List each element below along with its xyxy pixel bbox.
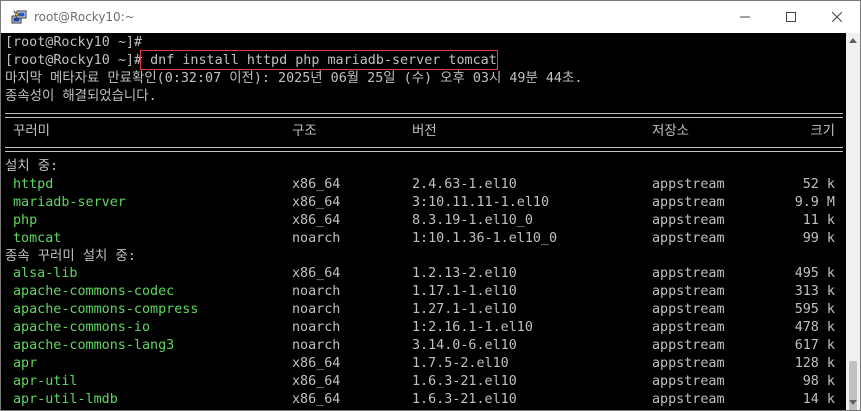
package-name: alsa-lib <box>13 266 78 282</box>
package-size: 128 k <box>794 355 835 371</box>
terminal-window: root@Rocky10:~ [root@Rocky10 ~]# [root@R… <box>0 0 861 411</box>
scroll-up-button[interactable] <box>846 33 860 47</box>
package-repo: appstream <box>652 266 725 282</box>
package-size: 495 k <box>794 266 835 282</box>
terminal-output[interactable]: [root@Rocky10 ~]# [root@Rocky10 ~]# dnf … <box>1 33 846 410</box>
package-arch: noarch <box>292 284 341 300</box>
package-repo: appstream <box>652 391 725 407</box>
package-version: 1.6.3-21.el10 <box>412 391 517 407</box>
package-name: httpd <box>13 176 54 192</box>
package-version: 1.6.3-21.el10 <box>412 373 517 389</box>
package-arch: x86_64 <box>292 212 341 228</box>
package-arch: noarch <box>292 302 341 318</box>
separator-bottom <box>5 147 843 152</box>
package-repo: appstream <box>652 355 725 371</box>
package-arch: noarch <box>292 230 341 246</box>
title-bar[interactable]: root@Rocky10:~ <box>1 1 860 33</box>
minimize-button[interactable] <box>722 1 768 33</box>
package-version: 1.2.13-2.el10 <box>412 266 517 282</box>
command-highlight-box <box>140 50 498 70</box>
package-size: 9.9 M <box>794 194 835 210</box>
package-size: 14 k <box>802 391 835 407</box>
vertical-scrollbar[interactable] <box>846 33 860 410</box>
header-repo: 저장소 <box>652 124 689 139</box>
package-name: apache-commons-codec <box>13 284 175 300</box>
package-size: 52 k <box>802 176 835 192</box>
package-name: php <box>13 212 38 228</box>
prompt: [root@Rocky10 ~]# <box>5 53 143 68</box>
package-repo: appstream <box>652 230 725 246</box>
maximize-button[interactable] <box>768 1 814 33</box>
close-icon <box>832 12 842 22</box>
window-controls <box>722 1 860 33</box>
package-repo: appstream <box>652 320 725 336</box>
putty-icon[interactable] <box>11 9 27 25</box>
section-title: 종속 꾸러미 설치 중: <box>5 248 136 264</box>
package-size: 617 k <box>794 338 835 353</box>
metadata-line: 마지막 메타자료 만료확인(0:32:07 이전): 2025년 06월 25일… <box>5 71 583 86</box>
package-size: 478 k <box>794 320 835 336</box>
package-repo: appstream <box>652 373 725 389</box>
package-version: 3:10.11.11-1.el10 <box>412 194 550 210</box>
package-size: 313 k <box>794 284 835 300</box>
package-version: 3.14.0-6.el10 <box>412 338 517 353</box>
prompt-line: [root@Rocky10 ~]# <box>5 35 143 50</box>
package-repo: appstream <box>652 302 725 318</box>
package-repo: appstream <box>652 194 725 210</box>
header-package: 꾸러미 <box>13 124 50 139</box>
header-arch: 구조 <box>292 124 317 139</box>
package-name: mariadb-server <box>13 194 126 210</box>
separator-top <box>5 113 843 118</box>
package-name: apr <box>13 355 38 371</box>
package-repo: appstream <box>652 338 725 353</box>
package-size: 98 k <box>802 373 835 389</box>
package-size: 11 k <box>802 212 835 228</box>
package-version: 1:2.16.1-1.el10 <box>412 320 533 336</box>
package-arch: x86_64 <box>292 176 341 192</box>
header-version: 버전 <box>412 124 437 139</box>
minimize-icon <box>740 16 750 18</box>
scroll-down-icon <box>849 400 857 405</box>
package-name: apache-commons-io <box>13 320 151 336</box>
package-arch: x86_64 <box>292 194 341 210</box>
section-title: 설치 중: <box>5 159 59 174</box>
package-size: 595 k <box>794 302 835 318</box>
package-arch: noarch <box>292 320 341 336</box>
package-version: 1.17.1-1.el10 <box>412 284 517 300</box>
package-arch: x86_64 <box>292 355 341 371</box>
package-version: 1.7.5-2.el10 <box>412 355 509 371</box>
package-name: apr-util <box>13 373 78 389</box>
window-title: root@Rocky10:~ <box>34 10 135 24</box>
package-repo: appstream <box>652 212 725 228</box>
header-size: 크기 <box>810 124 835 139</box>
close-button[interactable] <box>814 1 860 33</box>
package-repo: appstream <box>652 284 725 300</box>
package-version: 8.3.19-1.el10_0 <box>412 212 533 228</box>
package-repo: appstream <box>652 176 725 192</box>
scroll-up-icon <box>849 38 857 43</box>
package-arch: x86_64 <box>292 266 341 282</box>
package-size: 99 k <box>802 230 835 246</box>
package-arch: x86_64 <box>292 391 341 407</box>
package-name: apr-util-lmdb <box>13 391 118 407</box>
package-arch: x86_64 <box>292 373 341 389</box>
scroll-down-button[interactable] <box>846 396 860 410</box>
maximize-icon <box>786 12 796 22</box>
package-arch: noarch <box>292 338 341 353</box>
package-name: tomcat <box>13 230 62 246</box>
package-name: apache-commons-compress <box>13 302 199 318</box>
package-version: 2.4.63-1.el10 <box>412 176 517 192</box>
package-name: apache-commons-lang3 <box>13 338 175 353</box>
package-version: 1.27.1-1.el10 <box>412 302 517 318</box>
dependencies-resolved-line: 종속성이 해결되었습니다. <box>5 89 157 104</box>
package-version: 1:10.1.36-1.el10_0 <box>412 230 558 246</box>
